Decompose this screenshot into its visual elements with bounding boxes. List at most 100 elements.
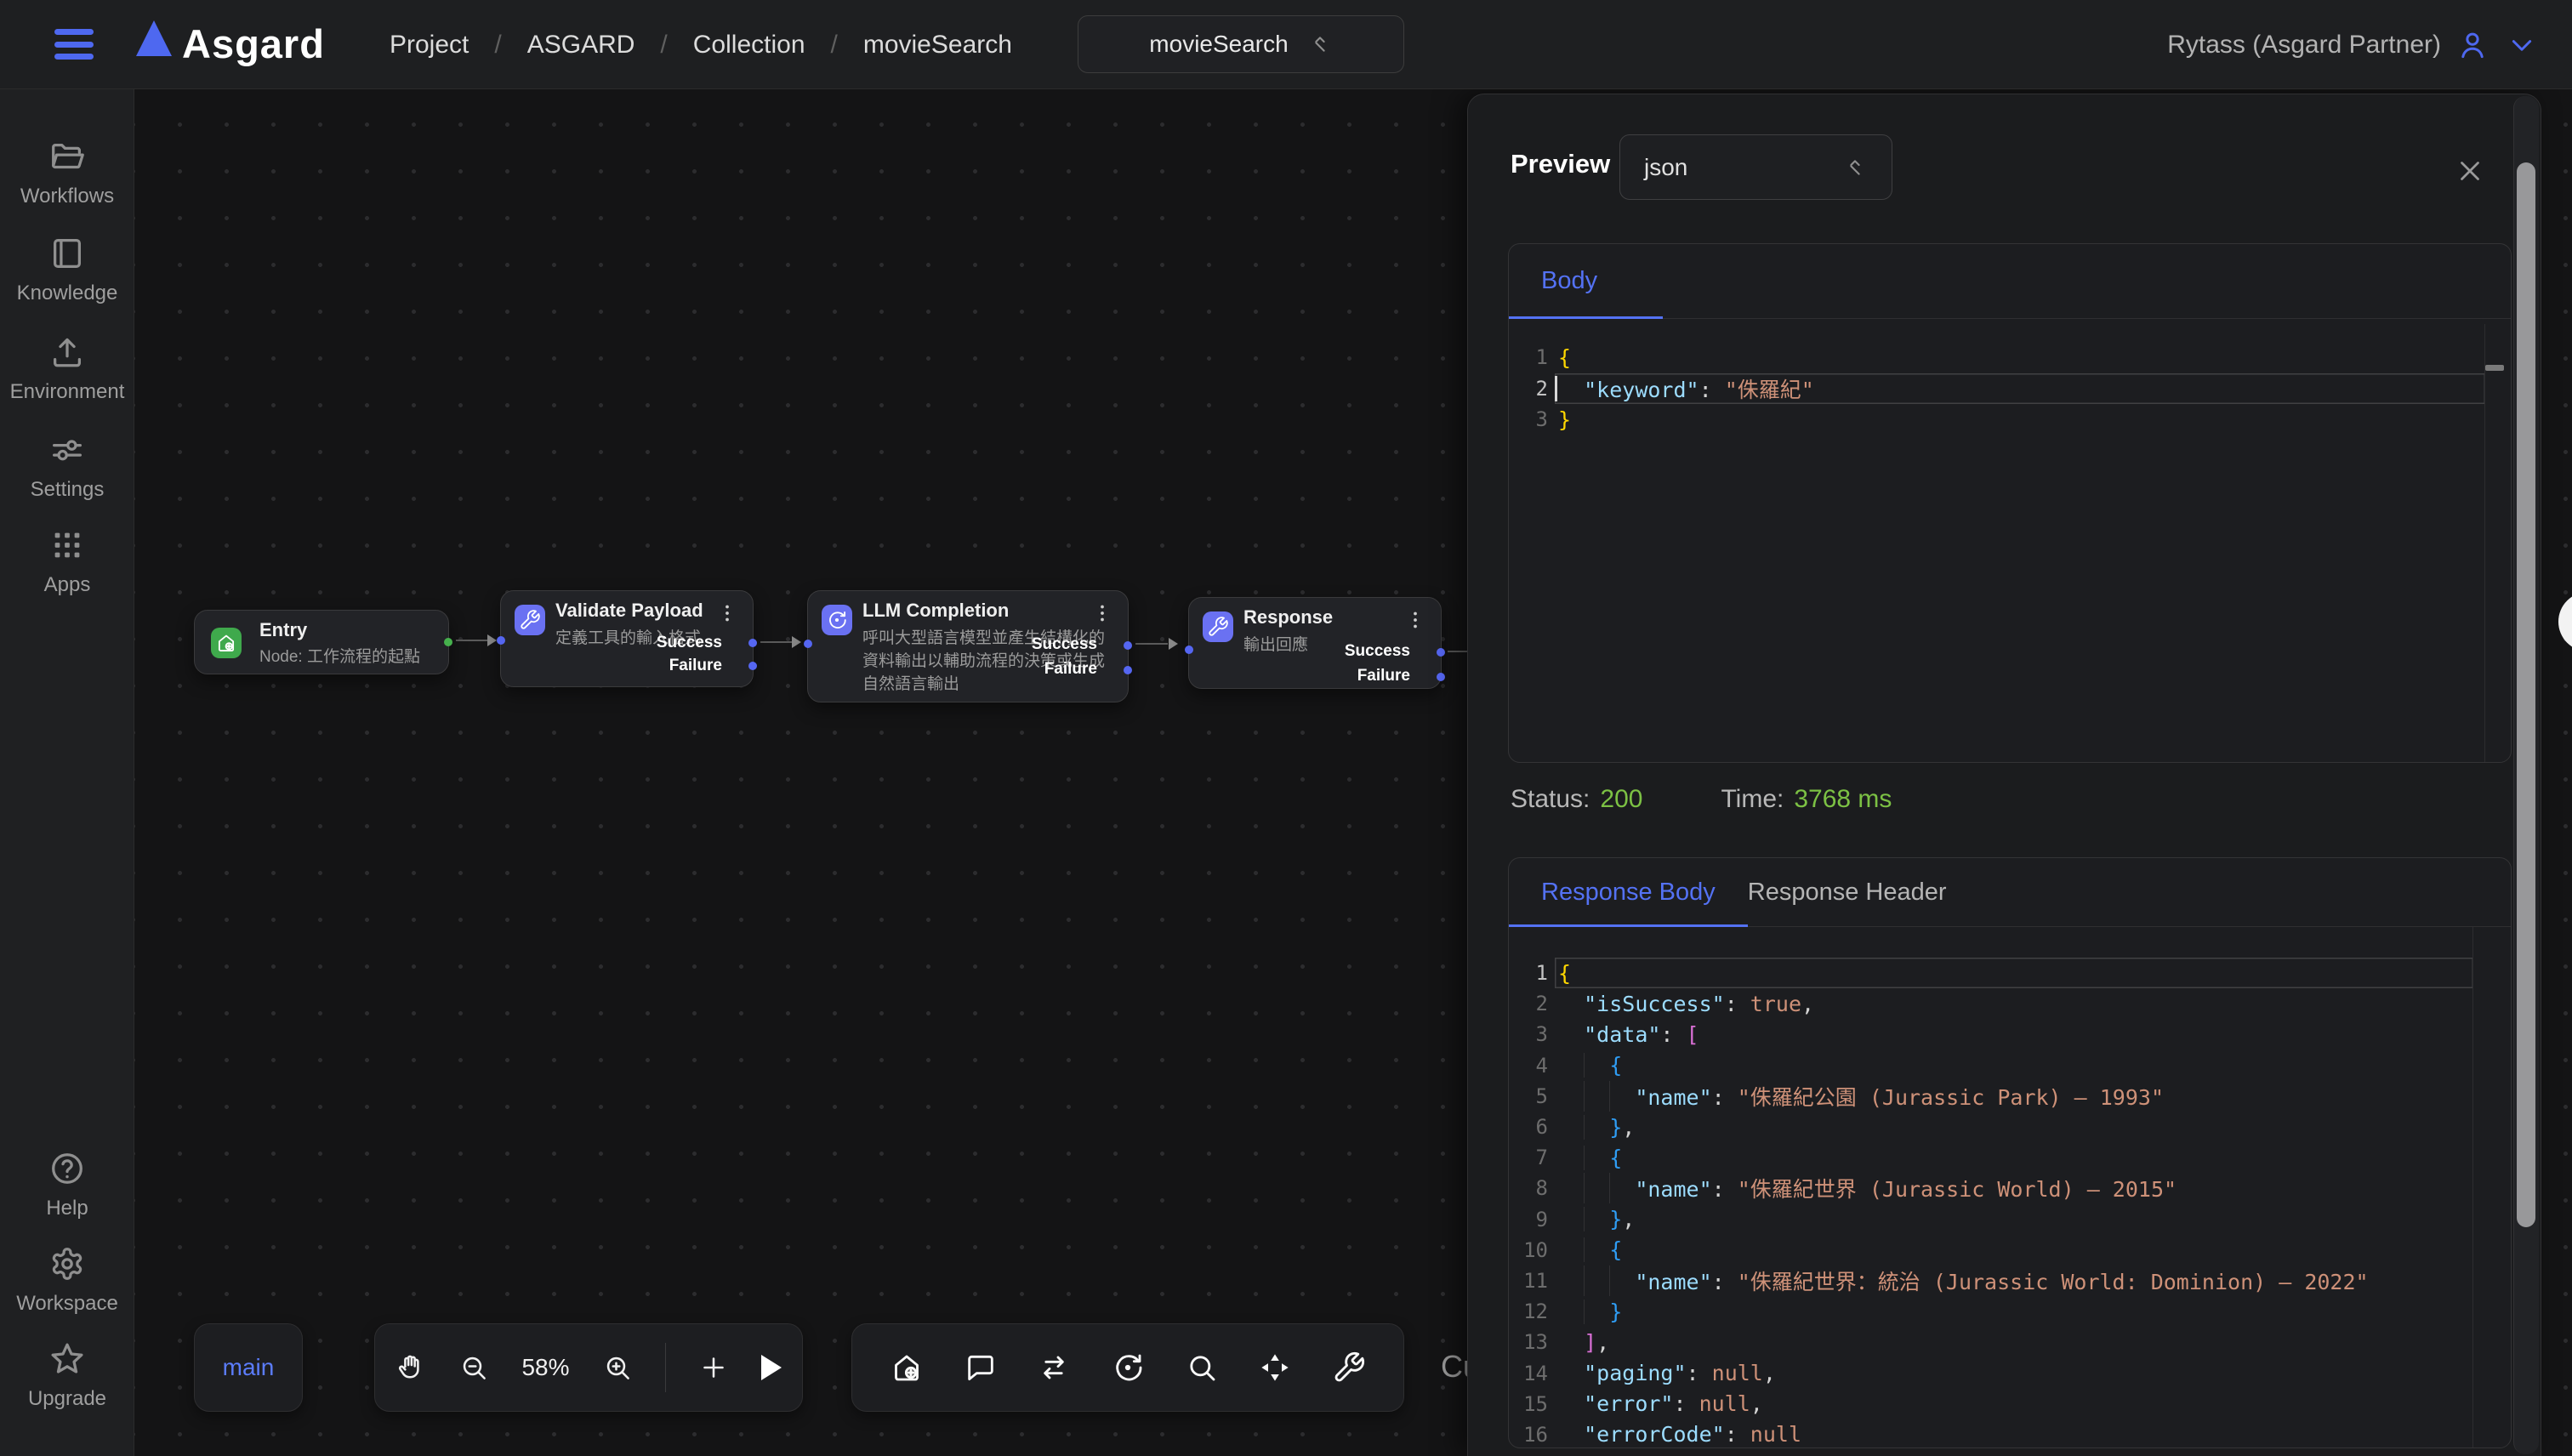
edge-llm-response: [1135, 643, 1168, 645]
sidebar-item-apps[interactable]: Apps: [0, 526, 134, 597]
node-title: Entry: [259, 619, 307, 641]
edge-arrowhead-icon: [1169, 638, 1178, 650]
sidebar-item-workspace[interactable]: Workspace: [0, 1244, 134, 1316]
status-row: Status: 200 Time: 3768 ms: [1511, 785, 1892, 814]
zoom-in-icon[interactable]: [602, 1352, 633, 1383]
edge-arrowhead-icon: [487, 634, 497, 646]
gear-icon: [48, 1244, 87, 1283]
format-select[interactable]: json: [1619, 134, 1892, 200]
node-entry[interactable]: Entry Node: 工作流程的起點: [194, 610, 449, 674]
code-line: 10 {: [1509, 1235, 2511, 1265]
code-line: 1{: [1509, 958, 2511, 988]
node-validate-payload[interactable]: Validate Payload 定義工具的輸入格式 Success Failu…: [500, 590, 754, 687]
code-line: 5 "name": "侏羅紀公園 (Jurassic Park) – 1993": [1509, 1081, 2511, 1112]
code-line: 8 "name": "侏羅紀世界 (Jurassic World) – 2015…: [1509, 1173, 2511, 1203]
wrench-icon: [515, 605, 545, 635]
status-value: 200: [1600, 785, 1642, 814]
toolbar-divider: [665, 1343, 666, 1392]
sidebar-item-label: Workflows: [20, 185, 114, 208]
success-port[interactable]: [1437, 648, 1445, 657]
code-line: 12 }: [1509, 1296, 2511, 1327]
branch-button[interactable]: main: [194, 1323, 303, 1412]
node-title: LLM Completion: [862, 600, 1009, 622]
home-plus-icon[interactable]: [890, 1351, 924, 1385]
node-menu-button[interactable]: [1403, 608, 1427, 632]
port-label-success: Success: [1345, 642, 1410, 661]
code-line: 2 "keyword": "侏羅紀": [1509, 373, 2511, 405]
book-icon: [48, 234, 87, 273]
sidebar-item-label: Knowledge: [17, 282, 118, 305]
code-line: 2 "isSuccess": true,: [1509, 988, 2511, 1019]
diamond-icon[interactable]: [1258, 1351, 1292, 1385]
input-port[interactable]: [497, 636, 505, 645]
workflow-select[interactable]: movieSearch: [1078, 15, 1404, 73]
zoom-out-icon[interactable]: [458, 1352, 489, 1383]
breadcrumb: Project/ASGARD/Collection/movieSearch: [390, 0, 1012, 89]
home-plus-icon: [211, 628, 242, 658]
tab-response-body[interactable]: Response Body: [1541, 858, 1716, 926]
sidebar-item-label: Environment: [10, 380, 125, 404]
user-area[interactable]: Rytass (Asgard Partner): [2167, 0, 2540, 89]
sidebar-item-label: Help: [46, 1197, 88, 1220]
sidebar-item-help[interactable]: Help: [0, 1149, 134, 1220]
menu-icon[interactable]: [54, 29, 94, 60]
folder-icon: [48, 137, 87, 176]
sidebar-item-knowledge[interactable]: Knowledge: [0, 234, 134, 305]
output-port[interactable]: [444, 638, 452, 646]
breadcrumb-item-moviesearch[interactable]: movieSearch: [863, 31, 1012, 60]
sliders-icon: [48, 430, 87, 469]
node-title: Validate Payload: [555, 600, 703, 622]
chevron-updown-icon: [1307, 31, 1333, 57]
node-llm-completion[interactable]: LLM Completion 呼叫大型語言模型並產生結構化的資料輸出以輔助流程的…: [807, 590, 1129, 702]
sidebar: Workflows Knowledge Environment Settings App…: [0, 89, 134, 1456]
swap-icon[interactable]: [1037, 1351, 1071, 1385]
breadcrumb-item-asgard[interactable]: ASGARD: [527, 31, 635, 60]
close-icon[interactable]: [2451, 152, 2489, 190]
node-menu-button[interactable]: [1090, 601, 1114, 625]
edge-validate-llm: [760, 641, 793, 643]
breadcrumb-separator: /: [660, 31, 667, 60]
canvas-zoom-toolbar: 58%: [374, 1323, 803, 1412]
run-workflow-button[interactable]: [761, 1355, 782, 1380]
time-value: 3768 ms: [1794, 785, 1892, 814]
branch-label: main: [223, 1354, 275, 1381]
code-line: 14 "paging": null,: [1509, 1357, 2511, 1388]
panel-scrollbar-thumb[interactable]: [2517, 162, 2535, 1227]
node-response[interactable]: Response 輸出回應 Success Failure: [1188, 597, 1442, 689]
sidebar-item-upgrade[interactable]: Upgrade: [0, 1339, 134, 1411]
failure-port[interactable]: [1124, 666, 1132, 674]
sidebar-item-workflows[interactable]: Workflows: [0, 137, 134, 208]
panel-scrollbar[interactable]: [2513, 96, 2539, 1454]
port-label-failure: Failure: [1044, 660, 1097, 679]
breadcrumb-item-project[interactable]: Project: [390, 31, 469, 60]
sidebar-item-label: Settings: [31, 478, 105, 502]
add-node-icon[interactable]: [698, 1352, 729, 1383]
zoom-level: 58%: [521, 1354, 569, 1381]
chevron-down-icon[interactable]: [2504, 27, 2540, 63]
edge-arrowhead-icon: [792, 636, 801, 648]
star-icon: [48, 1339, 87, 1379]
input-port[interactable]: [1185, 646, 1193, 654]
sidebar-item-settings[interactable]: Settings: [0, 430, 134, 502]
user-label: Rytass (Asgard Partner): [2167, 31, 2441, 60]
success-port[interactable]: [748, 639, 757, 647]
code-line: 11 "name": "侏羅紀世界：統治 (Jurassic World: Do…: [1509, 1265, 2511, 1296]
input-port[interactable]: [804, 640, 812, 648]
sidebar-item-environment[interactable]: Environment: [0, 333, 134, 404]
tab-body[interactable]: Body: [1541, 244, 1597, 318]
node-menu-button[interactable]: [715, 601, 739, 625]
loop-icon[interactable]: [1111, 1351, 1145, 1385]
request-body-editor[interactable]: 1{2 "keyword": "侏羅紀"3}: [1509, 319, 2511, 762]
success-port[interactable]: [1124, 641, 1132, 650]
failure-port[interactable]: [1437, 673, 1445, 681]
upload-icon: [48, 333, 87, 372]
wrench-icon[interactable]: [1332, 1351, 1366, 1385]
comment-icon[interactable]: [964, 1351, 998, 1385]
breadcrumb-item-collection[interactable]: Collection: [693, 31, 805, 60]
tab-response-header[interactable]: Response Header: [1748, 858, 1947, 926]
search-icon[interactable]: [1185, 1351, 1219, 1385]
help-icon: [48, 1149, 87, 1188]
failure-port[interactable]: [748, 662, 757, 670]
response-body-editor[interactable]: 1{2 "isSuccess": true,3 "data": [4 {5 "n…: [1509, 927, 2511, 1447]
hand-tool-icon[interactable]: [395, 1352, 426, 1383]
